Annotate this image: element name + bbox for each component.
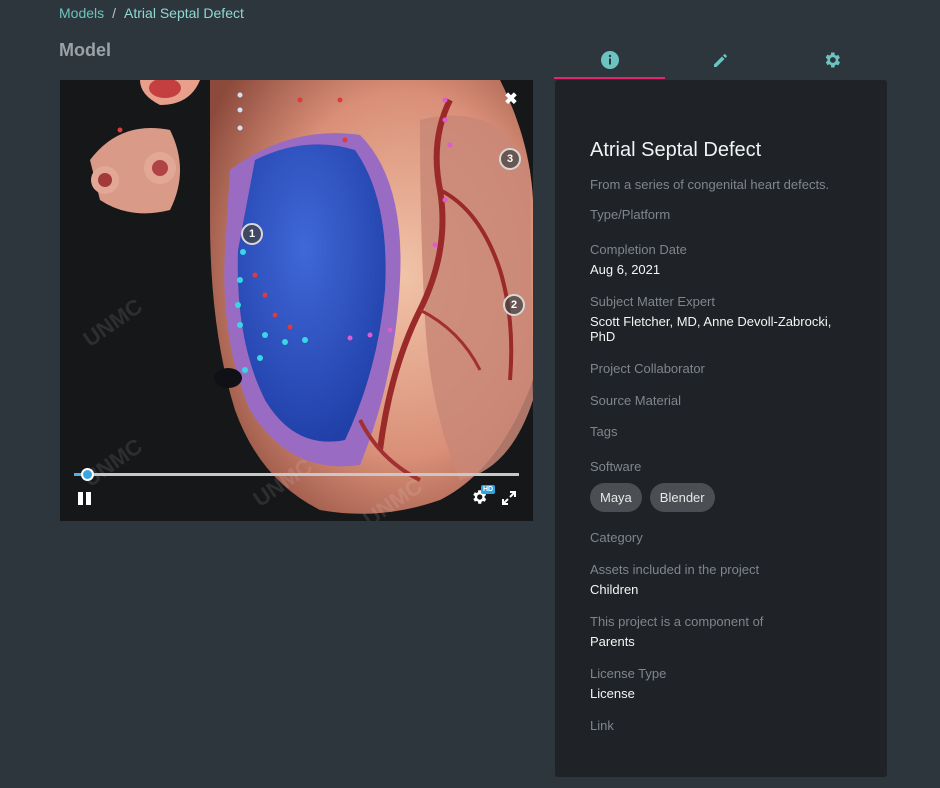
- model-description: From a series of congenital heart defect…: [590, 177, 830, 192]
- software-chip-blender[interactable]: Blender: [649, 483, 715, 512]
- type-platform-label: Type/Platform: [590, 207, 671, 222]
- gear-icon: [825, 52, 840, 68]
- breadcrumb-separator: /: [112, 5, 117, 21]
- tab-edit[interactable]: [665, 40, 776, 80]
- sme-label: Subject Matter Expert: [590, 294, 715, 309]
- component-value: Parents: [590, 634, 635, 649]
- tab-info[interactable]: [554, 40, 665, 80]
- tags-label: Tags: [590, 424, 618, 439]
- software-chip-maya[interactable]: Maya: [590, 483, 642, 512]
- completion-date-label: Completion Date: [590, 242, 687, 257]
- assets-label: Assets included in the project: [590, 562, 760, 577]
- license-type-label: License Type: [590, 666, 667, 681]
- hotspot-marker[interactable]: 1: [241, 223, 263, 245]
- breadcrumb: Models / Atrial Septal Defect: [59, 5, 244, 21]
- model-viewer[interactable]: UNMC UNMC UNMC UNMC ✖ 1 2 3 HD: [60, 80, 533, 521]
- info-icon: [600, 51, 619, 69]
- breadcrumb-models-link[interactable]: Models: [59, 5, 104, 21]
- panel-tabs: [554, 40, 887, 80]
- pause-button[interactable]: [78, 492, 92, 506]
- link-label: Link: [590, 718, 614, 733]
- section-title: Model: [59, 40, 111, 60]
- pencil-icon: [713, 54, 727, 67]
- category-label: Category: [590, 530, 643, 545]
- hotspot-marker[interactable]: 3: [499, 148, 521, 170]
- hd-badge: HD: [481, 485, 496, 494]
- software-label: Software: [590, 459, 642, 474]
- software-chips: Maya Blender: [590, 483, 852, 512]
- collaborator-label: Project Collaborator: [590, 361, 705, 376]
- tab-settings[interactable]: [776, 40, 887, 80]
- completion-date-value: Aug 6, 2021: [590, 262, 661, 277]
- timeline-scrubber[interactable]: [74, 468, 519, 481]
- info-panel: Atrial Septal Defect From a series of co…: [555, 80, 887, 777]
- breadcrumb-current: Atrial Septal Defect: [124, 5, 244, 21]
- sme-value: Scott Fletcher, MD, Anne Devoll-Zabrocki…: [590, 314, 832, 344]
- model-title: Atrial Septal Defect: [590, 139, 762, 161]
- assets-value: Children: [590, 582, 639, 597]
- source-material-label: Source Material: [590, 393, 682, 408]
- license-type-value: License: [590, 686, 635, 701]
- fullscreen-icon[interactable]: [501, 490, 517, 506]
- component-label: This project is a component of: [590, 614, 764, 629]
- hotspot-marker[interactable]: 2: [503, 294, 525, 316]
- close-icon[interactable]: ✖: [503, 92, 519, 108]
